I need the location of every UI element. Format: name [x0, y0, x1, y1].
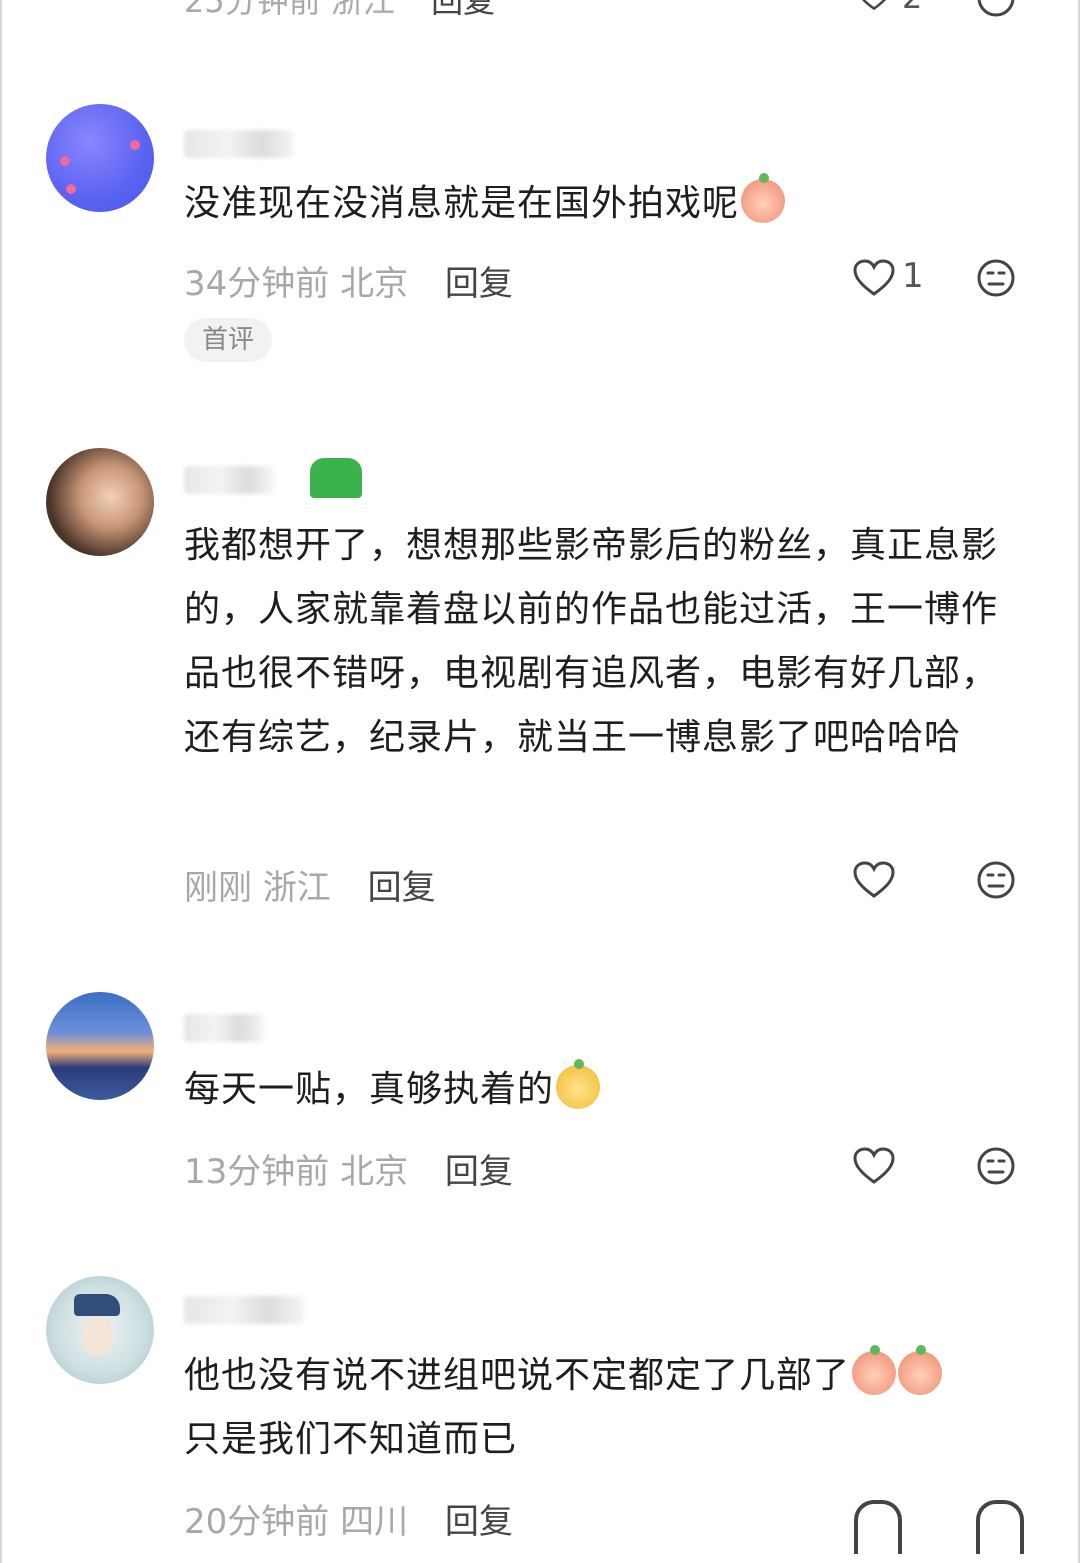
comment-meta: 20分钟前 四川 回复	[184, 1494, 513, 1543]
heart-icon[interactable]	[852, 258, 896, 298]
comment-time: 34分钟前	[184, 264, 330, 304]
comment-time: 13分钟前	[184, 1152, 330, 1192]
comment-location: 四川	[340, 1502, 409, 1542]
reply-button[interactable]: 回复	[445, 264, 513, 304]
prev-like-count: 2	[902, 0, 922, 16]
heart-icon[interactable]	[854, 1500, 902, 1554]
comment-meta: 刚刚 浙江 回复	[184, 860, 436, 909]
left-border	[0, 0, 2, 1563]
comment-location: 北京	[340, 1152, 409, 1192]
pear-emoji-icon	[556, 1059, 601, 1109]
username-blurred[interactable]	[184, 1296, 304, 1324]
comment-text: 他也没有说不进组吧说不定都定了几部了 只是我们不知道而已	[184, 1344, 1034, 1472]
comment-location: 浙江	[262, 868, 331, 908]
crying-emoji-icon	[852, 1345, 897, 1395]
heart-icon[interactable]	[854, 0, 894, 12]
prev-comment-meta: 25分钟前 浙江 回复	[184, 0, 495, 22]
username-blurred[interactable]	[184, 466, 274, 494]
comment-meta: 13分钟前 北京 回复	[184, 1144, 513, 1193]
neutral-face-icon[interactable]	[976, 1146, 1016, 1186]
comment-location: 北京	[340, 264, 409, 304]
reply-button[interactable]: 回复	[368, 868, 436, 908]
neutral-face-icon[interactable]	[976, 258, 1016, 298]
reply-button[interactable]: 回复	[445, 1152, 513, 1192]
avatar[interactable]	[46, 1276, 154, 1384]
heart-icon[interactable]	[852, 860, 896, 900]
comment-time: 20分钟前	[184, 1502, 330, 1542]
prev-comment-time-location: 25分钟前 浙江	[184, 0, 395, 20]
heart-icon[interactable]	[852, 1146, 896, 1186]
username-blurred[interactable]	[184, 130, 294, 158]
avatar[interactable]	[46, 104, 154, 212]
crying-emoji-icon	[898, 1345, 943, 1395]
comment-text: 没准现在没消息就是在国外拍戏呢	[184, 172, 1034, 236]
first-comment-badge: 首评	[184, 318, 273, 362]
comment-time: 刚刚	[184, 868, 252, 908]
neutral-face-icon[interactable]	[976, 1500, 1024, 1554]
neutral-face-icon[interactable]	[976, 0, 1016, 18]
avatar[interactable]	[46, 448, 154, 556]
comment-text: 我都想开了，想想那些影帝影后的粉丝，真正息影的，人家就靠着盘以前的作品也能过活，…	[184, 525, 999, 758]
avatar[interactable]	[46, 992, 154, 1100]
comment-text: 每天一贴，真够执着的	[184, 1058, 1034, 1122]
like-count: 1	[902, 256, 924, 296]
reply-button[interactable]: 回复	[445, 1502, 513, 1542]
crying-emoji-icon	[741, 173, 786, 223]
username-blurred[interactable]	[184, 1014, 264, 1042]
neutral-face-icon[interactable]	[976, 860, 1016, 900]
prev-reply-button[interactable]: 回复	[431, 0, 495, 20]
comment-meta: 34分钟前 北京 回复	[184, 256, 513, 305]
user-badge-icon	[310, 458, 362, 498]
